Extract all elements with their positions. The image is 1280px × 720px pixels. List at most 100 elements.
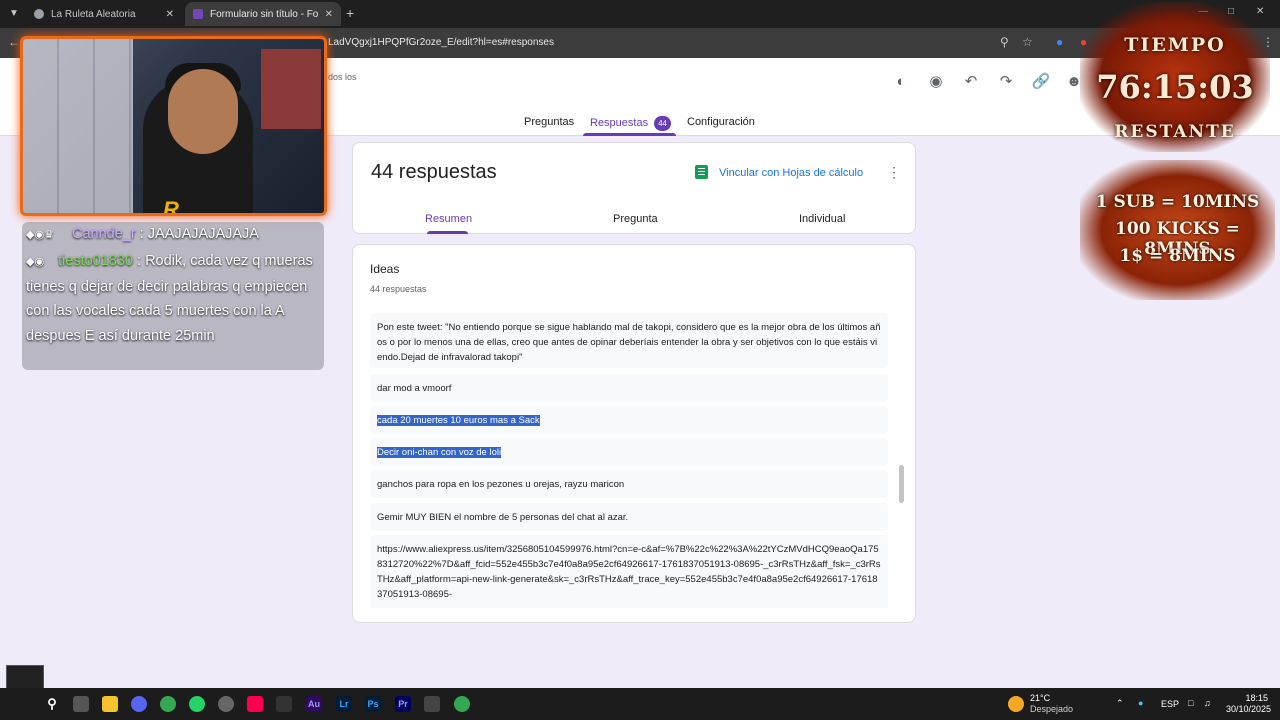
background-poster [261,49,321,129]
photoshop-icon[interactable]: Ps [365,696,381,712]
chat-separator: : [132,253,146,269]
active-subtab-indicator [427,231,468,234]
network-icon[interactable]: □ [1188,698,1193,709]
terminal-icon[interactable] [424,696,440,712]
tab-title: Formulario sin título - Formular [210,8,319,20]
tab-label: Respuestas [590,117,649,129]
chat-message: ◆◉♛ Cannde_r : JAAJAJAJAJAJA [26,222,259,248]
subathon-timer: TIEMPO 76:15:03 RESTANTE [1080,2,1270,152]
webcam-overlay: R [20,36,327,216]
browser-tab-ruleta[interactable]: La Ruleta Aleatoria ✕ [26,2,182,26]
link-to-sheets-button[interactable]: Vincular con Hojas de cálculo [719,167,863,179]
list-item: Decir oni-chan con voz de loli [370,438,888,466]
answer-text-selected: cada 20 muertes 10 euros mas a Sack [377,415,540,426]
sheets-icon[interactable] [695,165,708,179]
search-icon[interactable]: ⚲ [44,696,60,712]
taskbar: ⚲ Au Lr Ps Pr 21°C Despejado ⌃ ● ESP □ ♫… [0,688,1280,720]
clock-date: 30/10/2025 [1226,704,1272,714]
subtab-pregunta[interactable]: Pregunta [613,213,658,225]
close-icon[interactable]: ✕ [325,9,333,20]
answer-text-selected: Decir oni-chan con voz de loli [377,447,502,458]
new-tab-button[interactable]: + [346,5,354,21]
chat-text: JAAJAJAJAJAJA [147,226,259,242]
weather-temp: 21°C [1030,693,1051,703]
timer-value: 76:15:03 [1096,68,1254,106]
list-item: Gemir MUY BIEN el nombre de 5 personas d… [370,503,888,531]
list-item: https://www.aliexpress.us/item/325680510… [370,535,888,608]
chat-username: tiesto01830 [58,253,133,269]
lightroom-icon[interactable]: Lr [336,696,352,712]
browser-tab-formulario[interactable]: Formulario sin título - Formular ✕ [185,2,341,26]
subtab-resumen[interactable]: Resumen [425,213,472,225]
rate-sub: 1 SUB = 10MINS [1095,192,1260,212]
undo-icon[interactable]: ↶ [961,72,981,92]
preview-eye-icon[interactable]: ◉ [926,72,946,92]
steam-icon[interactable] [218,696,234,712]
chat-username: Cannde_r [72,226,136,242]
chat-separator: : [135,226,148,242]
back-icon[interactable]: ← [8,35,20,49]
chrome-icon[interactable] [454,696,470,712]
globe-icon [34,9,44,19]
question-title: Ideas [370,262,400,276]
question-responses-card: Ideas 44 respuestas Pon este tweet: "No … [352,244,916,623]
responses-count-badge: 44 [654,116,671,131]
stream-chat: ◆◉♛ Cannde_r : JAAJAJAJAJAJA ◆◉ tiesto0183… [22,222,324,370]
task-view-icon[interactable] [73,696,89,712]
zoom-icon[interactable]: ⚲ [1000,35,1009,49]
tiktok-icon[interactable] [247,696,263,712]
timer-label-top: TIEMPO [1124,34,1226,56]
capcut-icon[interactable] [276,696,292,712]
background-shelf [23,39,133,213]
active-tab-indicator [583,133,676,136]
tab-preguntas[interactable]: Preguntas [524,116,574,128]
link-icon[interactable]: 🔗 [1031,72,1051,92]
tab-label: Preguntas [524,116,575,128]
chrome-icon[interactable] [160,696,176,712]
list-item: dar mod a vmoorf [370,374,888,402]
language-indicator[interactable]: ESP [1161,699,1179,710]
answers-list[interactable]: Pon este tweet: "No entiendo porque se s… [370,313,888,608]
redo-icon[interactable]: ↷ [996,72,1016,92]
close-icon[interactable]: ✕ [166,9,174,20]
tab-configuracion[interactable]: Configuración [687,116,755,128]
chat-message: ◆◉ tiesto01830 : Rodik, cada vez q mueras… [26,249,326,348]
subtab-individual[interactable]: Individual [799,213,845,225]
palette-icon[interactable]: ◐ [891,72,911,92]
whatsapp-icon[interactable] [189,696,205,712]
badge-icons: ◆◉♛ [26,229,54,241]
premiere-icon[interactable]: Pr [395,696,411,712]
list-item: Pon este tweet: "No entiendo porque se s… [370,313,888,368]
question-response-count: 44 respuestas [370,284,427,294]
responses-summary-card: 44 respuestas Vincular con Hojas de cálc… [352,142,916,234]
subathon-rates: 1 SUB = 10MINS 100 KICKS = 8MINS 1$ = 8M… [1080,160,1275,300]
answer-text: https://www.aliexpress.us/item/325680510… [377,544,881,600]
audition-icon[interactable]: Au [306,696,322,712]
microphone-icon[interactable]: ● [1138,698,1143,709]
chevron-up-icon[interactable]: ⌃ [1116,698,1124,709]
answer-text: Pon este tweet: "No entiendo porque se s… [377,322,881,363]
bookmark-star-icon[interactable]: ☆ [1022,35,1033,49]
forms-icon [193,9,203,19]
rate-dollar: 1$ = 8MINS [1119,246,1236,266]
extension-icon[interactable]: ● [1056,35,1063,49]
weather-icon[interactable] [1008,696,1024,712]
answer-text: ganchos para ropa en los pezones u oreja… [377,479,625,490]
list-item: cada 20 muertes 10 euros mas a Sack [370,406,888,434]
discord-icon[interactable] [131,696,147,712]
weather-widget[interactable]: 21°C Despejado [1030,693,1073,715]
file-explorer-icon[interactable] [102,696,118,712]
tab-label: Configuración [687,116,755,128]
clock-time: 18:15 [1245,693,1268,703]
tab-title: La Ruleta Aleatoria [51,8,136,20]
list-item: ganchos para ropa en los pezones u oreja… [370,470,888,498]
scrollbar-thumb[interactable] [899,465,904,503]
tab-search-icon[interactable]: ▼ [6,6,22,22]
more-options-icon[interactable]: ⋮ [887,164,901,181]
url-field[interactable]: LadVQgxj1HPQPfGr2oze_E/edit?hl=es#respon… [328,37,554,48]
weather-desc: Despejado [1030,704,1074,714]
tab-respuestas[interactable]: Respuestas 44 [590,116,671,131]
clock[interactable]: 18:15 30/10/2025 [1226,693,1272,715]
volume-icon[interactable]: ♫ [1204,698,1211,709]
answer-text: Gemir MUY BIEN el nombre de 5 personas d… [377,512,629,523]
